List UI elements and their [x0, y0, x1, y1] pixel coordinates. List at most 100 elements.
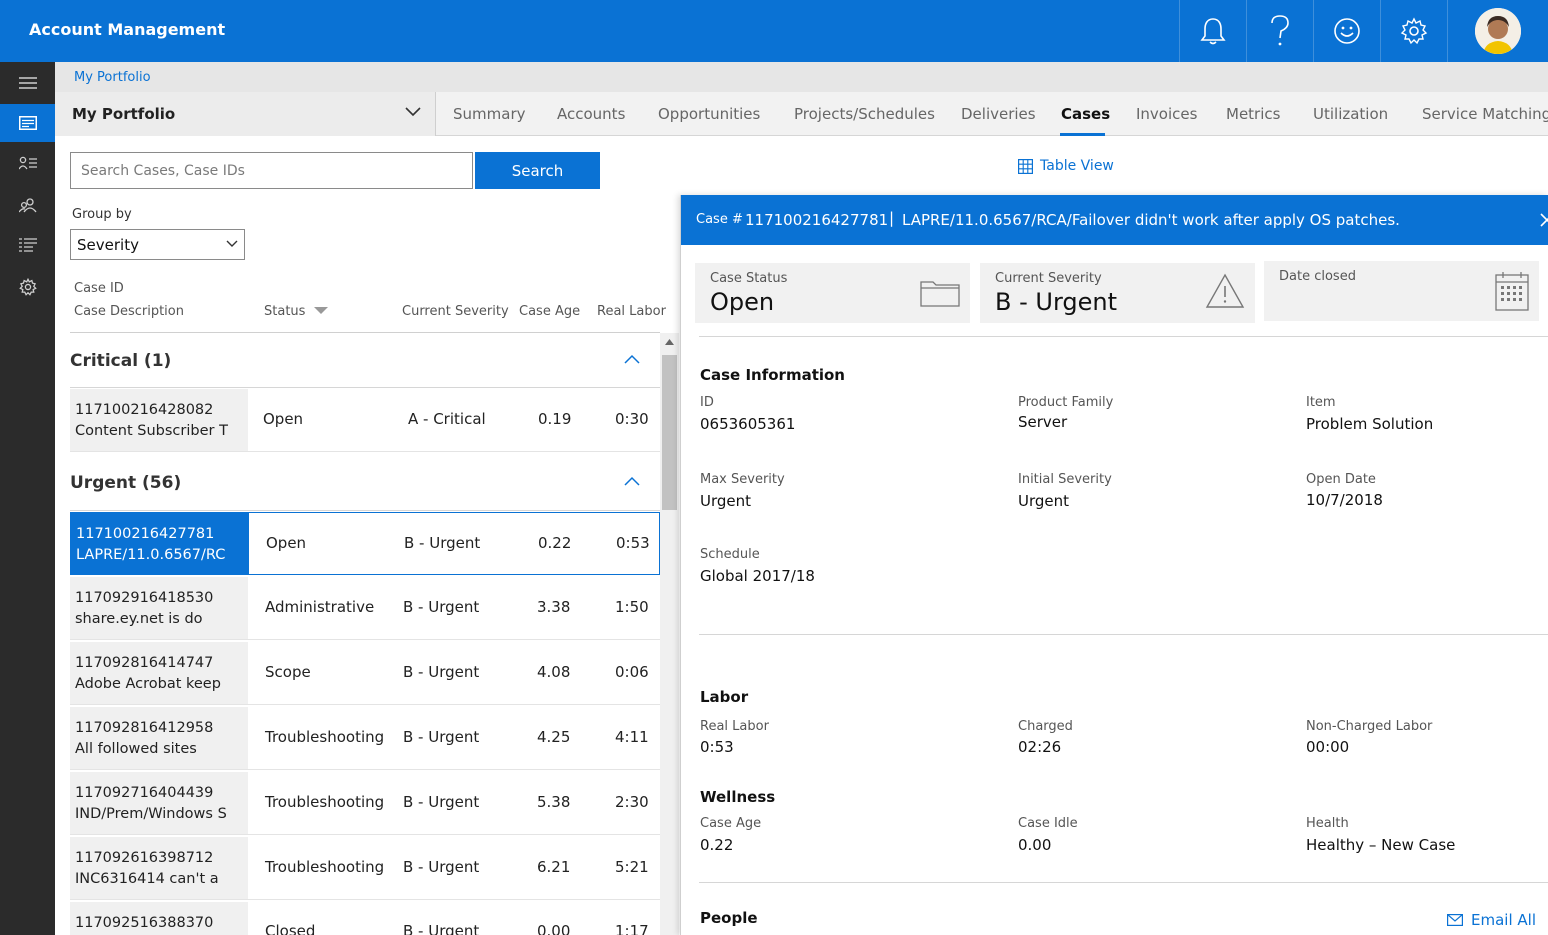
- header-separator: |: [889, 209, 895, 227]
- profile-button[interactable]: [1447, 0, 1548, 62]
- email-all-label: Email All: [1471, 911, 1536, 929]
- case-id-cell: 117092916418530 share.ey.net is do: [70, 577, 248, 639]
- status-cell: Troubleshooting: [265, 858, 385, 876]
- case-age-cell: 0.19: [538, 410, 572, 428]
- tab-projects-schedules[interactable]: Projects/Schedules: [794, 105, 935, 123]
- case-id-cell: 117092816412958 All followed sites: [70, 707, 248, 769]
- card-value: Open: [710, 288, 775, 316]
- table-row[interactable]: 117092716404439 IND/Prem/Windows S Troubl…: [70, 772, 660, 835]
- list-scrollbar[interactable]: [660, 333, 679, 935]
- email-all-link[interactable]: Email All: [1447, 911, 1536, 929]
- case-description: Content Subscriber T: [75, 423, 228, 439]
- field-label: Max Severity: [700, 472, 785, 487]
- col-case-id: Case ID: [74, 281, 124, 296]
- tabs-row: My Portfolio Summary Accounts Opportunit…: [55, 92, 1548, 136]
- col-current-severity[interactable]: Current Severity: [402, 304, 509, 319]
- field-label: Schedule: [700, 547, 760, 562]
- case-id: 117100216428082: [75, 402, 214, 418]
- col-case-description: Case Description: [74, 304, 184, 319]
- tab-utilization[interactable]: Utilization: [1313, 105, 1388, 123]
- breadcrumb-link[interactable]: My Portfolio: [74, 70, 151, 85]
- case-id-cell: 117092516388370: [70, 902, 248, 935]
- field-label: Charged: [1018, 719, 1073, 734]
- case-id-cell: 117092616398712 INC6316414 can't a: [70, 837, 248, 899]
- top-bar: Account Management: [0, 0, 1548, 62]
- table-row[interactable]: 117092616398712 INC6316414 can't a Troubl…: [70, 837, 660, 900]
- tab-invoices[interactable]: Invoices: [1136, 105, 1197, 123]
- rail-settings-button[interactable]: [0, 268, 55, 306]
- case-information-title: Case Information: [700, 366, 845, 384]
- table-row[interactable]: 117100216428082 Content Subscriber T Open…: [70, 389, 660, 452]
- chevron-up-icon[interactable]: [624, 476, 640, 486]
- rail-people-button[interactable]: [0, 186, 55, 224]
- field-value: Urgent: [700, 492, 752, 510]
- people-icon: [18, 198, 37, 213]
- case-description: Adobe Acrobat keep: [75, 676, 221, 692]
- table-row[interactable]: 117092516388370 Closed B - Urgent 0.00 1…: [70, 902, 660, 935]
- table-row[interactable]: 117092916418530 share.ey.net is do Admini…: [70, 577, 660, 640]
- breadcrumb: My Portfolio: [55, 62, 1548, 92]
- notifications-button[interactable]: [1179, 0, 1246, 62]
- tab-cases[interactable]: Cases: [1061, 105, 1110, 123]
- rail-portfolio-button[interactable]: [0, 104, 55, 142]
- wellness-title: Wellness: [700, 788, 776, 806]
- case-id-cell: 117092816414747 Adobe Acrobat keep: [70, 642, 248, 704]
- feedback-button[interactable]: [1313, 0, 1380, 62]
- calendar-icon: [1495, 272, 1529, 311]
- tab-opportunities[interactable]: Opportunities: [658, 105, 760, 123]
- card-value: B - Urgent: [995, 288, 1118, 316]
- rail-list-button[interactable]: [0, 226, 55, 264]
- severity-cell: B - Urgent: [404, 534, 481, 552]
- case-detail-panel: Case # 117100216427781 | LAPRE/11.0.6567…: [680, 195, 1548, 935]
- tab-service-matching[interactable]: Service Matching: [1422, 105, 1548, 123]
- case-id: 117092516388370: [75, 915, 214, 931]
- status-cell: Troubleshooting: [265, 793, 385, 811]
- scroll-thumb[interactable]: [662, 355, 677, 510]
- card-label: Case Status: [710, 271, 788, 286]
- case-number: 117100216427781: [745, 211, 889, 229]
- tab-summary[interactable]: Summary: [453, 105, 526, 123]
- real-labor-cell: 5:21: [615, 858, 649, 876]
- tab-deliveries[interactable]: Deliveries: [961, 105, 1036, 123]
- search-input[interactable]: [70, 152, 473, 189]
- case-id: 117092616398712: [75, 850, 214, 866]
- real-labor-cell: 1:17: [615, 922, 649, 935]
- table-row[interactable]: 117092816412958 All followed sites Troubl…: [70, 707, 660, 770]
- severity-cell: B - Urgent: [403, 598, 480, 616]
- divider: [699, 634, 1548, 635]
- rail-contacts-button[interactable]: [0, 144, 55, 182]
- contacts-icon: [18, 156, 37, 170]
- real-labor-cell: 4:11: [615, 728, 649, 746]
- tab-accounts[interactable]: Accounts: [557, 105, 625, 123]
- field-label: Open Date: [1306, 472, 1376, 487]
- help-button[interactable]: [1246, 0, 1313, 62]
- settings-button[interactable]: [1380, 0, 1447, 62]
- field-label: Product Family: [1018, 395, 1114, 410]
- col-case-age[interactable]: Case Age: [519, 304, 580, 319]
- chevron-up-icon[interactable]: [624, 354, 640, 364]
- col-real-labor[interactable]: Real Labor: [597, 304, 666, 319]
- field-label: Non-Charged Labor: [1306, 719, 1433, 734]
- field-value: Server: [1018, 413, 1068, 431]
- field-label: Health: [1306, 816, 1349, 831]
- table-view-link[interactable]: Table View: [1018, 158, 1114, 174]
- case-id-cell: 117092716404439 IND/Prem/Windows S: [70, 772, 248, 834]
- app-title: Account Management: [29, 20, 226, 39]
- close-icon[interactable]: [1539, 212, 1548, 228]
- field-label: Case Idle: [1018, 816, 1078, 831]
- field-value: 0.00: [1018, 836, 1052, 854]
- severity-cell: B - Urgent: [403, 793, 480, 811]
- portfolio-dropdown[interactable]: My Portfolio: [55, 92, 436, 136]
- rail-menu-button[interactable]: [0, 64, 55, 102]
- col-status[interactable]: Status: [264, 304, 328, 319]
- smiley-icon: [1334, 18, 1360, 44]
- tab-metrics[interactable]: Metrics: [1226, 105, 1280, 123]
- case-description: share.ey.net is do: [75, 611, 203, 627]
- table-row[interactable]: 117092816414747 Adobe Acrobat keep Scope …: [70, 642, 660, 705]
- case-age-cell: 4.25: [537, 728, 571, 746]
- search-button[interactable]: Search: [475, 152, 600, 189]
- groupby-dropdown[interactable]: Severity: [70, 229, 245, 260]
- table-row-selected[interactable]: 117100216427781 LAPRE/11.0.6567/RC Open B…: [70, 512, 660, 575]
- case-age-cell: 6.21: [537, 858, 571, 876]
- scroll-up-icon[interactable]: [665, 339, 674, 345]
